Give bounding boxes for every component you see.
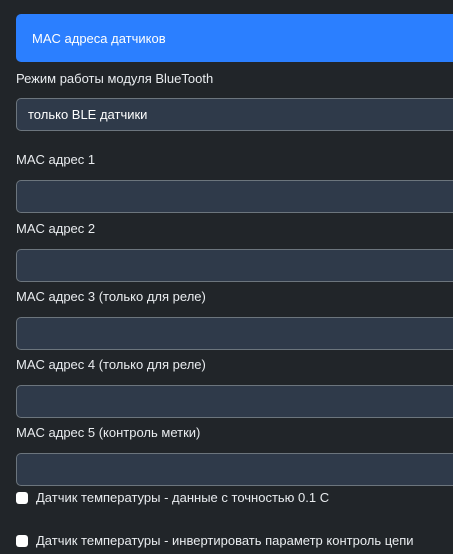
mac-address-2-label: MAC адрес 2 (16, 221, 96, 236)
temperature-precision-option[interactable]: Датчик температуры - данные с точностью … (16, 490, 329, 505)
mac-address-3-input[interactable] (16, 317, 453, 350)
mac-address-5-label: MAC адрес 5 (контроль метки) (16, 425, 201, 440)
temperature-invert-checkbox[interactable] (16, 534, 28, 547)
mac-address-5-input[interactable] (16, 453, 453, 486)
mac-address-4-input[interactable] (16, 385, 453, 418)
mac-address-1-input[interactable] (16, 180, 453, 213)
mac-address-3-label: MAC адрес 3 (только для реле) (16, 289, 206, 304)
mac-address-4-label: MAC адрес 4 (только для реле) (16, 357, 206, 372)
mac-address-2-input[interactable] (16, 249, 453, 282)
bluetooth-mode-label: Режим работы модуля BlueTooth (16, 71, 214, 86)
mac-address-1-label: MAC адрес 1 (16, 152, 96, 167)
temperature-precision-checkbox[interactable] (16, 491, 28, 504)
temperature-precision-label: Датчик температуры - данные с точностью … (36, 490, 330, 505)
section-title: MAC адреса датчиков (32, 30, 166, 46)
bluetooth-mode-select[interactable]: только BLE датчики (16, 98, 453, 131)
mac-settings-panel: MAC адреса датчиков Режим работы модуля … (0, 0, 453, 554)
bluetooth-mode-value: только BLE датчики (28, 107, 148, 122)
temperature-invert-label: Датчик температуры - инвертировать парам… (36, 533, 414, 548)
temperature-invert-option[interactable]: Датчик температуры - инвертировать парам… (16, 533, 414, 548)
section-header[interactable]: MAC адреса датчиков (16, 14, 453, 62)
